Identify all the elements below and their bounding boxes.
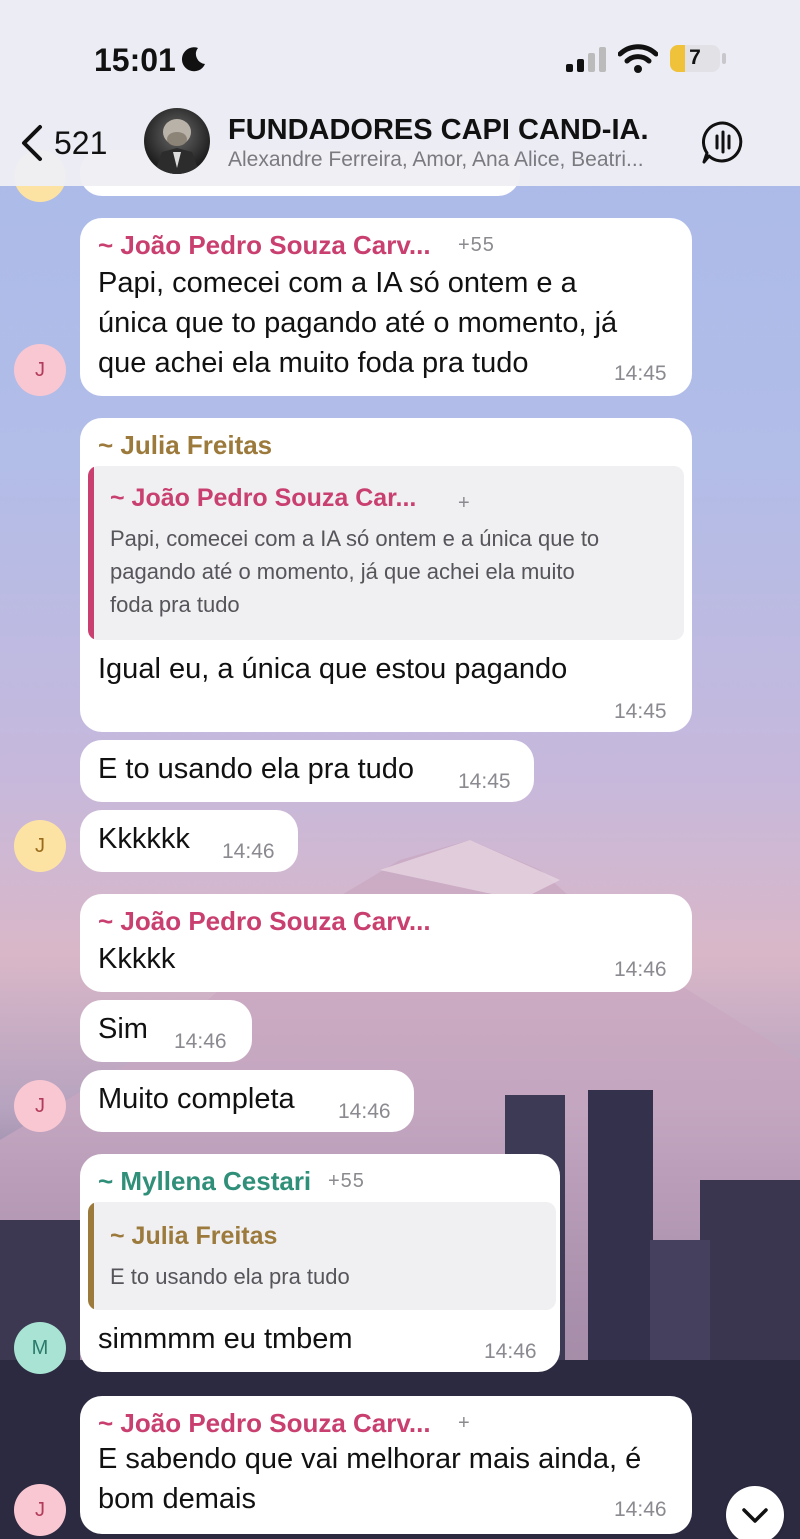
message-time: 14:46 (614, 958, 667, 981)
sender-phone: + (458, 1412, 471, 1434)
back-button[interactable]: 521 (20, 120, 120, 166)
group-avatar[interactable] (144, 108, 210, 174)
reply-quote[interactable]: ~ Julia Freitas E to usando ela pra tudo (88, 1202, 556, 1310)
sender-avatar[interactable]: J (14, 1080, 66, 1132)
message-time: 14:46 (222, 840, 275, 863)
reply-text: E to usando ela pra tudo (110, 1264, 350, 1289)
reply-quote[interactable]: ~ João Pedro Souza Car... + Papi, comece… (88, 466, 684, 640)
message-text: simmmm eu tmbem (98, 1323, 353, 1355)
message-time: 14:46 (338, 1100, 391, 1123)
chat-title[interactable]: FUNDADORES CAPI CAND-IA. (228, 114, 649, 147)
sender-name[interactable]: ~ João Pedro Souza Carv... (98, 1408, 431, 1439)
sender-name[interactable]: ~ Myllena Cestari (98, 1166, 311, 1197)
message-time: 14:46 (174, 1030, 227, 1053)
chat-header: 15:01 7 521 FUNDADORES CAPI CAND-IA. Ale… (0, 0, 800, 186)
battery-tip (722, 53, 726, 64)
message-time: 14:45 (614, 362, 667, 385)
message-text: E to usando ela pra tudo (98, 753, 415, 785)
capybara-avatar-icon (154, 119, 200, 174)
message-text: bom demais (98, 1483, 256, 1515)
message-text: Igual eu, a única que estou pagando (98, 653, 568, 685)
reply-sender: ~ João Pedro Souza Car... (110, 484, 417, 512)
reply-text: Papi, comecei com a IA só ontem e a únic… (110, 526, 600, 551)
message-text: que achei ela muito foda pra tudo (98, 347, 529, 379)
sender-avatar[interactable]: M (14, 1322, 66, 1374)
reply-text: pagando até o momento, já que achei ela … (110, 559, 575, 584)
message-bubble[interactable]: ~ Myllena Cestari +55 ~ Julia Freitas E … (80, 1154, 560, 1372)
battery-indicator: 7 (670, 45, 720, 72)
sender-name[interactable]: ~ João Pedro Souza Carv... (98, 906, 431, 937)
sender-name[interactable]: ~ Julia Freitas (98, 430, 272, 461)
status-time: 15:01 (94, 42, 176, 78)
sender-avatar[interactable]: J (14, 1484, 66, 1536)
message-bubble[interactable]: ~ João Pedro Souza Carv... Kkkkk 14:46 (80, 894, 692, 992)
reply-sender: ~ Julia Freitas (110, 1222, 278, 1250)
message-bubble[interactable]: ~ João Pedro Souza Carv... +55 Papi, com… (80, 218, 692, 396)
chat-members[interactable]: Alexandre Ferreira, Amor, Ana Alice, Bea… (228, 148, 644, 172)
reply-phone: + (458, 492, 471, 514)
message-text: E sabendo que vai melhorar mais ainda, é (98, 1443, 642, 1475)
message-text: Sim (98, 1013, 148, 1045)
sender-avatar[interactable]: J (14, 820, 66, 872)
wifi-icon (618, 44, 658, 73)
navigation-bar: 521 FUNDADORES CAPI CAND-IA. Alexandre F… (0, 100, 800, 186)
message-bubble[interactable]: ~ Julia Freitas ~ João Pedro Souza Car..… (80, 418, 692, 732)
chevron-left-icon (22, 125, 42, 161)
message-text: única que to pagando até o momento, já (98, 307, 618, 339)
sender-avatar[interactable]: J (14, 344, 66, 396)
sender-phone: +55 (458, 234, 495, 256)
reply-text: foda pra tudo (110, 592, 240, 617)
moon-icon (181, 47, 205, 72)
scroll-to-bottom-button[interactable] (726, 1486, 784, 1539)
message-text: Papi, comecei com a IA só ontem e a (98, 267, 577, 299)
sender-phone: +55 (328, 1170, 365, 1192)
message-bubble[interactable]: ~ João Pedro Souza Carv... + E sabendo q… (80, 1396, 692, 1534)
message-text: Kkkkkk (98, 823, 190, 855)
status-bar: 15:01 7 (0, 0, 800, 100)
message-text: Muito completa (98, 1083, 295, 1115)
message-time: 14:46 (614, 1498, 667, 1521)
message-bubble[interactable]: E to usando ela pra tudo 14:45 (80, 740, 534, 802)
voice-chat-icon[interactable] (700, 120, 746, 166)
unread-count: 521 (54, 124, 108, 161)
sender-name[interactable]: ~ João Pedro Souza Carv... (98, 230, 431, 261)
message-bubble[interactable]: Sim 14:46 (80, 1000, 252, 1062)
message-time: 14:45 (458, 770, 511, 793)
message-time: 14:45 (614, 700, 667, 723)
message-bubble[interactable]: Kkkkkk 14:46 (80, 810, 298, 872)
chevron-down-icon (742, 1508, 768, 1523)
cellular-signal-icon (566, 47, 606, 72)
battery-level: 7 (689, 46, 701, 69)
message-text: Kkkkk (98, 943, 176, 975)
message-bubble[interactable]: Muito completa 14:46 (80, 1070, 414, 1132)
message-time: 14:46 (484, 1340, 537, 1363)
